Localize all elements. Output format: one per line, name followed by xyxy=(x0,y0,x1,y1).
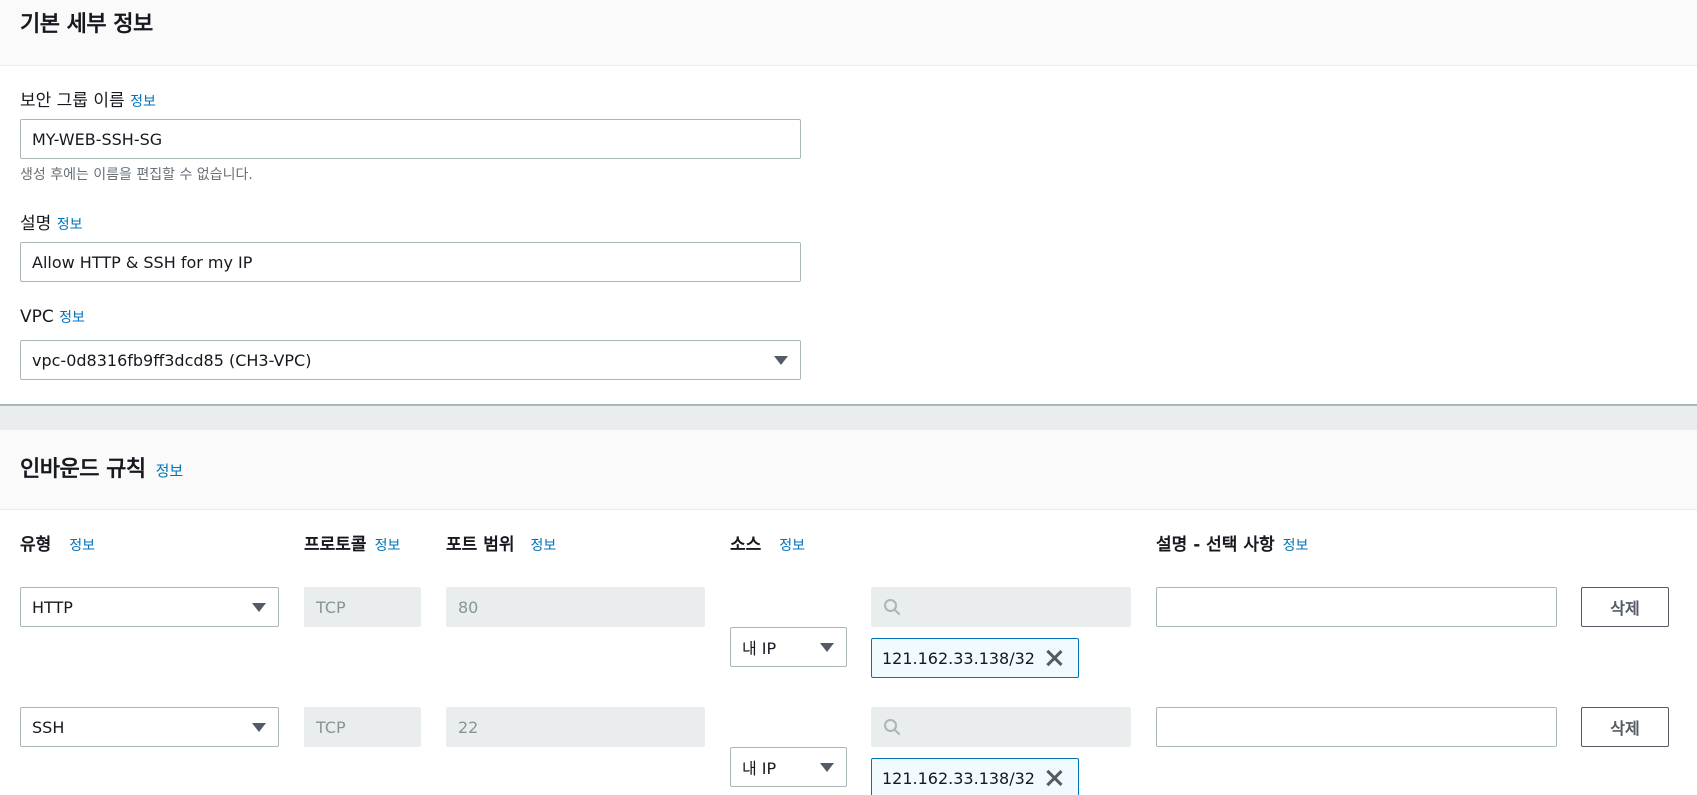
col-header-description: 설명 - 선택 사항 정보 xyxy=(1156,530,1308,555)
delete-rule-button[interactable]: 삭제 xyxy=(1581,587,1669,627)
caret-down-icon xyxy=(252,723,266,732)
type-select[interactable]: SSH xyxy=(20,707,279,747)
cidr-search-input[interactable] xyxy=(871,707,1131,747)
description-info-link[interactable]: 정보 xyxy=(57,217,83,233)
basic-details-header: 기본 세부 정보 xyxy=(0,0,1697,66)
port-range-field: 22 xyxy=(446,707,705,747)
source-select-value: 내 IP xyxy=(742,639,777,658)
search-icon xyxy=(884,719,901,736)
source-select[interactable]: 내 IP xyxy=(730,627,847,667)
col-protocol-label: 프로토콜 xyxy=(304,535,367,555)
inbound-rules-header: 인바운드 규칙 정보 xyxy=(0,430,1697,510)
description-input[interactable]: Allow HTTP & SSH for my IP xyxy=(20,242,801,282)
col-protocol-info-link[interactable]: 정보 xyxy=(375,535,401,555)
caret-down-icon xyxy=(820,763,834,772)
col-port-label: 포트 범위 xyxy=(446,535,515,555)
vpc-select-value: vpc-0d8316fb9ff3dcd85 (CH3-VPC) xyxy=(32,350,312,370)
sg-name-label-row: 보안 그룹 이름 정보 xyxy=(20,86,156,111)
col-description-info-link[interactable]: 정보 xyxy=(1283,535,1309,555)
close-icon[interactable] xyxy=(1045,769,1063,787)
vpc-info-link[interactable]: 정보 xyxy=(59,310,85,326)
close-icon[interactable] xyxy=(1045,649,1063,667)
vpc-label-row: VPC 정보 xyxy=(20,307,85,327)
sg-name-hint: 생성 후에는 이름을 편집할 수 없습니다. xyxy=(20,167,253,183)
col-description-label: 설명 - 선택 사항 xyxy=(1156,535,1275,555)
rule-description-input[interactable] xyxy=(1156,707,1557,747)
basic-details-title: 기본 세부 정보 xyxy=(20,12,153,37)
port-range-field: 80 xyxy=(446,587,705,627)
col-source-info-link[interactable]: 정보 xyxy=(779,535,805,555)
description-label: 설명 xyxy=(20,214,52,234)
caret-down-icon xyxy=(774,356,788,365)
inbound-title-row: 인바운드 규칙 정보 xyxy=(20,451,183,483)
col-header-source: 소스 정보 xyxy=(730,530,805,555)
type-select-value: HTTP xyxy=(32,597,73,617)
type-select[interactable]: HTTP xyxy=(20,587,279,627)
inbound-rule-row: HTTP TCP 80 내 IP 121.162.33.138/32 삭제 xyxy=(0,587,1697,679)
vpc-select[interactable]: vpc-0d8316fb9ff3dcd85 (CH3-VPC) xyxy=(20,340,801,380)
sg-name-input[interactable]: MY-WEB-SSH-SG xyxy=(20,119,801,159)
rule-description-input[interactable] xyxy=(1156,587,1557,627)
caret-down-icon xyxy=(820,643,834,652)
caret-down-icon xyxy=(252,603,266,612)
description-label-row: 설명 정보 xyxy=(20,209,82,234)
protocol-field: TCP xyxy=(304,707,421,747)
col-header-type: 유형 정보 xyxy=(20,530,95,555)
sg-name-info-link[interactable]: 정보 xyxy=(130,94,156,110)
col-type-label: 유형 xyxy=(20,535,52,555)
protocol-field: TCP xyxy=(304,587,421,627)
source-select[interactable]: 내 IP xyxy=(730,747,847,787)
cidr-token: 121.162.33.138/32 xyxy=(871,638,1079,678)
inbound-rules-title: 인바운드 규칙 xyxy=(20,457,146,482)
cidr-token: 121.162.33.138/32 xyxy=(871,758,1079,795)
section-divider xyxy=(0,404,1697,430)
search-icon xyxy=(884,599,901,616)
col-port-info-link[interactable]: 정보 xyxy=(530,535,556,555)
delete-rule-button[interactable]: 삭제 xyxy=(1581,707,1669,747)
col-header-port: 포트 범위 정보 xyxy=(446,530,556,555)
col-type-info-link[interactable]: 정보 xyxy=(69,535,95,555)
cidr-token-label: 121.162.33.138/32 xyxy=(882,768,1035,788)
sg-name-label: 보안 그룹 이름 xyxy=(20,91,125,111)
source-select-value: 내 IP xyxy=(742,759,777,778)
type-select-value: SSH xyxy=(32,717,65,737)
vpc-label: VPC xyxy=(20,307,54,327)
col-source-label: 소스 xyxy=(730,535,762,555)
inbound-info-link[interactable]: 정보 xyxy=(156,460,184,481)
cidr-token-label: 121.162.33.138/32 xyxy=(882,648,1035,668)
cidr-search-input[interactable] xyxy=(871,587,1131,627)
inbound-rule-row: SSH TCP 22 내 IP 121.162.33.138/32 삭제 xyxy=(0,707,1697,795)
col-header-protocol: 프로토콜 정보 xyxy=(304,530,400,555)
